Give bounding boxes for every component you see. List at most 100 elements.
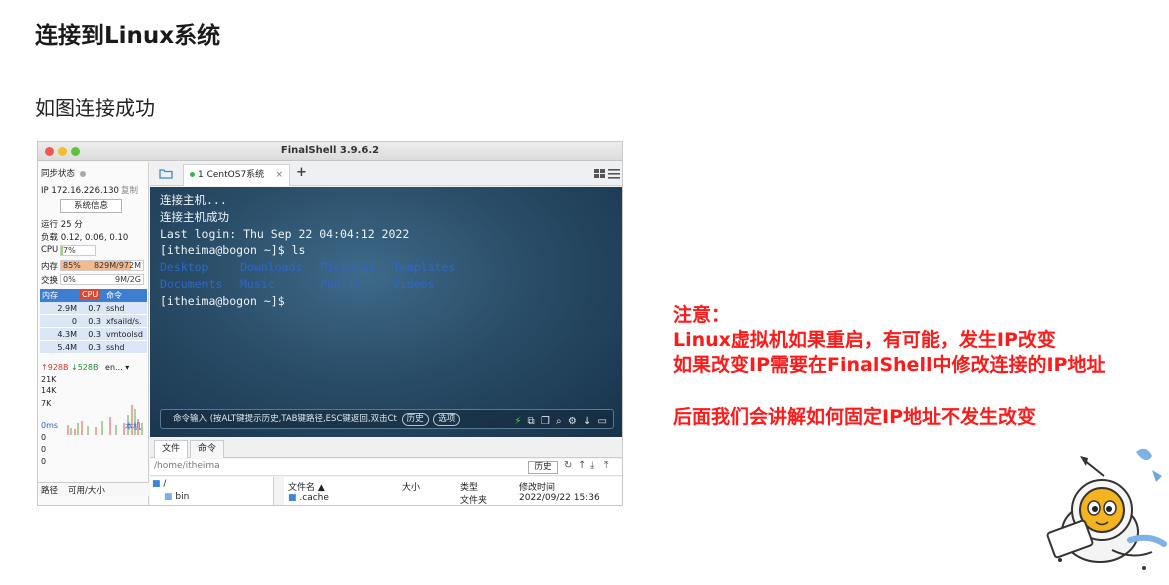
current-path-input[interactable]: /home/itheima [154, 461, 220, 471]
path-history-button[interactable]: 历史 [528, 461, 558, 474]
col-memory[interactable]: 内存 [42, 290, 58, 301]
process-cpu: 0.3 [88, 330, 101, 339]
col-filename[interactable]: 文件名 ▲ [288, 480, 325, 493]
upload-arrow-icon: ↑ [41, 363, 48, 372]
file-row[interactable]: ■ .cache 文件夹 2022/09/22 15:36 [284, 493, 622, 505]
swap-percent: 0% [63, 275, 76, 284]
net-interface-select[interactable]: en... [105, 363, 123, 372]
terminal-output: 连接主机... 连接主机成功 Last login: Thu Sep 22 04… [160, 192, 473, 310]
process-mem: 0 [71, 317, 77, 326]
terminal-prompt: [itheima@bogon ~]$ [160, 293, 285, 308]
file-modified: 2022/09/22 15:36 [519, 493, 600, 503]
memory-percent: 85% [63, 261, 81, 270]
command-options-button[interactable]: 选项 [433, 413, 461, 426]
net-download: 528B [77, 363, 99, 372]
dir-entry: Videos [393, 276, 435, 291]
dir-entry: Templates [393, 260, 456, 275]
path-column-header[interactable]: 路径 [41, 484, 58, 496]
terminal-area[interactable]: 连接主机... 连接主机成功 Last login: Thu Sep 22 04… [150, 187, 622, 437]
paste-icon[interactable]: ❐ [541, 416, 550, 427]
swap-label: 交换 [41, 276, 59, 286]
gear-icon[interactable]: ⚙ [568, 416, 577, 427]
folder-icon: ■ [152, 479, 161, 489]
ip-row: IP 172.16.226.130 复制 [41, 184, 138, 196]
folder-icon[interactable] [159, 168, 173, 179]
process-row[interactable]: 5.4M 0.3 sshd [40, 341, 147, 354]
ls-output-row: Documents Music Public Videos [160, 276, 473, 293]
close-tab-icon[interactable]: × [275, 165, 283, 185]
command-history-button[interactable]: 历史 [401, 413, 429, 426]
tree-item-label: / [163, 479, 167, 489]
tab-commands[interactable]: 命令 [190, 440, 224, 458]
net-upload: 928B [47, 363, 69, 372]
net-scale-mid: 14K [41, 386, 57, 395]
process-row[interactable]: 2.9M 0.7 sshd [40, 302, 147, 315]
window-title: FinalShell 3.9.6.2 [280, 145, 380, 156]
layout-grid-icon[interactable] [593, 167, 621, 181]
path-size-header: 路径 可用/大小 [38, 482, 149, 496]
process-row[interactable]: 0 0.3 xfsaild/s. [40, 315, 147, 328]
file-path-bar: /home/itheima 历史 ↻ ↑ ⤓ ⤒ [150, 459, 622, 476]
tab-files[interactable]: 文件 [154, 440, 188, 458]
ip-address: IP 172.16.226.130 [41, 186, 119, 196]
folder-icon: ■ [164, 492, 173, 502]
slide-subtitle: 如图连接成功 [35, 96, 155, 120]
process-row[interactable]: 4.3M 0.3 vmtoolsd [40, 328, 147, 341]
swap-value: 9M/2G [115, 275, 141, 284]
system-info-button[interactable]: 系统信息 [60, 199, 122, 213]
cpu-meter: 7% [60, 245, 96, 256]
latency-value: 0 [41, 445, 47, 454]
sync-status-dot [80, 170, 87, 177]
copy-ip-link[interactable]: 复制 [121, 186, 138, 196]
uptime: 运行 25 分 [41, 220, 83, 230]
connected-status-dot [190, 172, 195, 177]
latency-value: 0 [41, 433, 47, 442]
memory-meter: 85% 829M/972M [60, 260, 144, 271]
lightning-icon[interactable]: ⚡ [514, 416, 521, 427]
chevron-down-icon[interactable]: ▾ [123, 363, 129, 372]
add-tab-icon[interactable]: + [296, 165, 307, 180]
folder-icon: ■ [288, 493, 297, 503]
cpu-value: 7% [63, 246, 76, 255]
dir-entry: Public [320, 276, 362, 291]
download-icon[interactable]: ↓ [583, 416, 591, 427]
process-cmd: xfsaild/s. [106, 317, 142, 326]
note-line-2: 如果改变IP需要在FinalShell中修改连接的IP地址 [673, 354, 1106, 376]
terminal-line: [itheima@bogon ~]$ ls [160, 243, 306, 258]
up-dir-icon[interactable]: ↑ [578, 460, 586, 471]
tab-centos7[interactable]: 1 CentOS7系统 × [183, 164, 290, 186]
download-file-icon[interactable]: ⤓ [590, 460, 594, 471]
process-table-header: 内存 CPU 命令 [40, 289, 147, 302]
terminal-line: 连接主机... [160, 193, 227, 207]
size-column-header[interactable]: 可用/大小 [68, 484, 105, 496]
ls-output-row: Desktop Downloads Pictures Templates [160, 259, 473, 276]
command-input[interactable]: 命令输入 (按ALT键提示历史,TAB键路径,ESC键返回,双击Ct 历史 选项… [160, 409, 614, 429]
col-type[interactable]: 类型 [460, 480, 478, 493]
upload-file-icon[interactable]: ⤒ [604, 460, 608, 471]
window-titlebar: FinalShell 3.9.6.2 [38, 142, 622, 161]
command-input-placeholder: 命令输入 (按ALT键提示历史,TAB键路径,ESC键返回,双击Ct [173, 414, 397, 424]
copy-icon[interactable]: ⧉ [528, 416, 535, 427]
refresh-icon[interactable]: ↻ [564, 460, 572, 471]
dir-entry: Downloads [240, 260, 303, 275]
tree-item-bin[interactable]: ■ bin [164, 492, 189, 502]
tree-item-root[interactable]: ■ / [152, 479, 166, 489]
finalshell-window: FinalShell 3.9.6.2 同步状态 IP 172.16.226.13… [37, 141, 623, 506]
process-cmd: vmtoolsd [106, 330, 143, 339]
search-icon[interactable]: ⌕ [556, 416, 562, 427]
window-icon[interactable]: ▭ [598, 416, 607, 427]
latency-label: 0ms [41, 421, 59, 430]
col-command[interactable]: 命令 [106, 290, 122, 301]
tree-item-label: bin [175, 492, 190, 502]
col-modified[interactable]: 修改时间 [519, 480, 555, 493]
note-heading: 注意： [673, 304, 731, 326]
col-size[interactable]: 大小 [402, 480, 420, 493]
col-cpu[interactable]: CPU [80, 290, 101, 299]
net-scale-low: 7K [41, 399, 52, 408]
file-name: .cache [299, 493, 329, 503]
net-scale-top: 21K [41, 375, 57, 384]
mem-label: 内存 [41, 262, 59, 272]
process-mem: 5.4M [57, 343, 77, 352]
process-cmd: sshd [106, 343, 125, 352]
process-mem: 2.9M [57, 304, 77, 313]
